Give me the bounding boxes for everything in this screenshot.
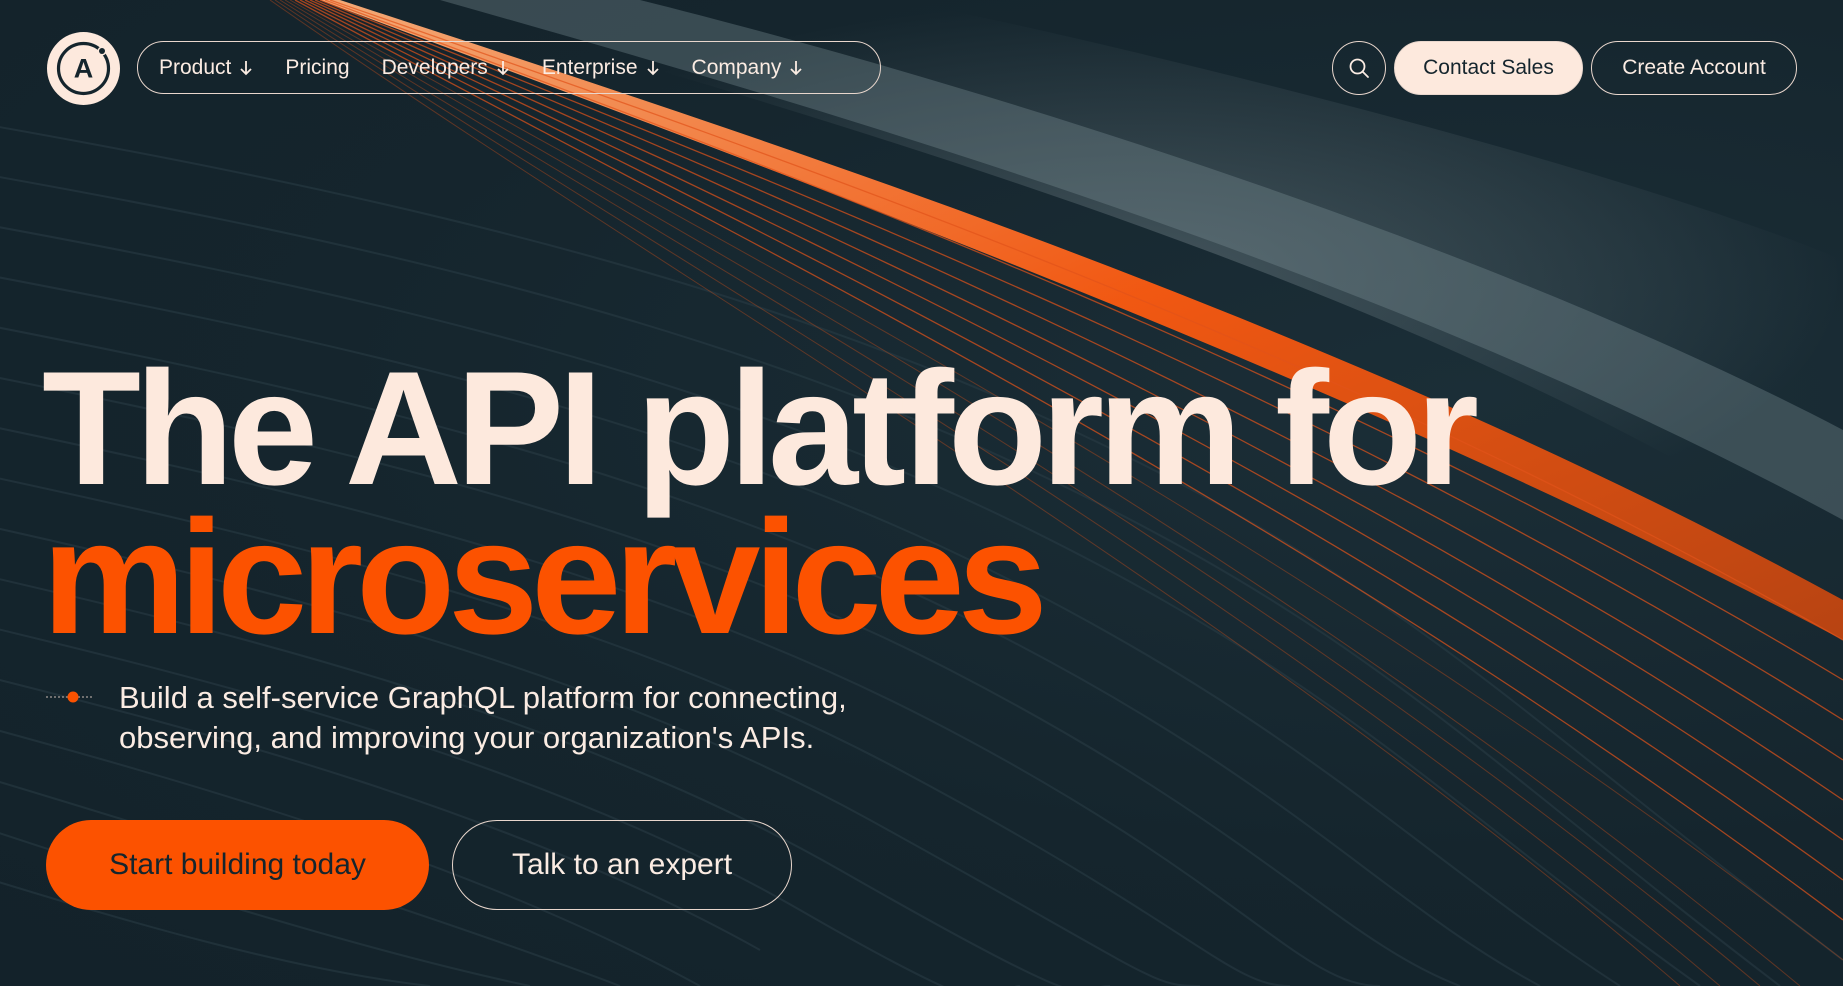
logo-letter: A bbox=[74, 54, 94, 84]
logo[interactable]: A bbox=[47, 32, 120, 105]
arrow-down-icon bbox=[789, 60, 803, 76]
create-account-button[interactable]: Create Account bbox=[1591, 41, 1797, 95]
nav-item-label: Pricing bbox=[285, 55, 350, 79]
start-building-button[interactable]: Start building today bbox=[46, 820, 429, 910]
nav-item-pricing[interactable]: Pricing bbox=[285, 56, 349, 80]
headline-line-2: microservices bbox=[42, 487, 1048, 668]
subtitle-line-2: observing, and improving your organizati… bbox=[119, 720, 815, 755]
search-button[interactable] bbox=[1332, 41, 1386, 95]
arrow-down-icon bbox=[239, 60, 253, 76]
nav-item-enterprise[interactable]: Enterprise bbox=[542, 56, 660, 80]
nav-item-product[interactable]: Product bbox=[159, 56, 253, 80]
arrow-down-icon bbox=[646, 60, 660, 76]
main-nav: Product Pricing Developers Enterprise Co… bbox=[137, 41, 881, 94]
nav-item-label: Product bbox=[159, 55, 232, 79]
arrow-down-icon bbox=[496, 60, 510, 76]
search-icon bbox=[1349, 58, 1369, 78]
contact-sales-button[interactable]: Contact Sales bbox=[1394, 41, 1583, 95]
subtitle-line-1: Build a self-service GraphQL platform fo… bbox=[119, 680, 847, 715]
nav-item-company[interactable]: Company bbox=[692, 56, 804, 80]
orbit-dot-icon bbox=[46, 691, 92, 703]
nav-item-label: Developers bbox=[381, 55, 488, 79]
nav-item-label: Enterprise bbox=[541, 55, 638, 79]
nav-item-developers[interactable]: Developers bbox=[382, 56, 510, 80]
nav-item-label: Company bbox=[691, 55, 782, 79]
apollo-logo-icon: A bbox=[56, 41, 111, 96]
talk-to-expert-button[interactable]: Talk to an expert bbox=[452, 820, 792, 910]
headline-line-1: The API platform for bbox=[42, 338, 1479, 519]
hero-subtitle: Build a self-service GraphQL platform fo… bbox=[119, 678, 979, 758]
page: A Product Pricing Developers Enterprise … bbox=[0, 0, 1843, 986]
